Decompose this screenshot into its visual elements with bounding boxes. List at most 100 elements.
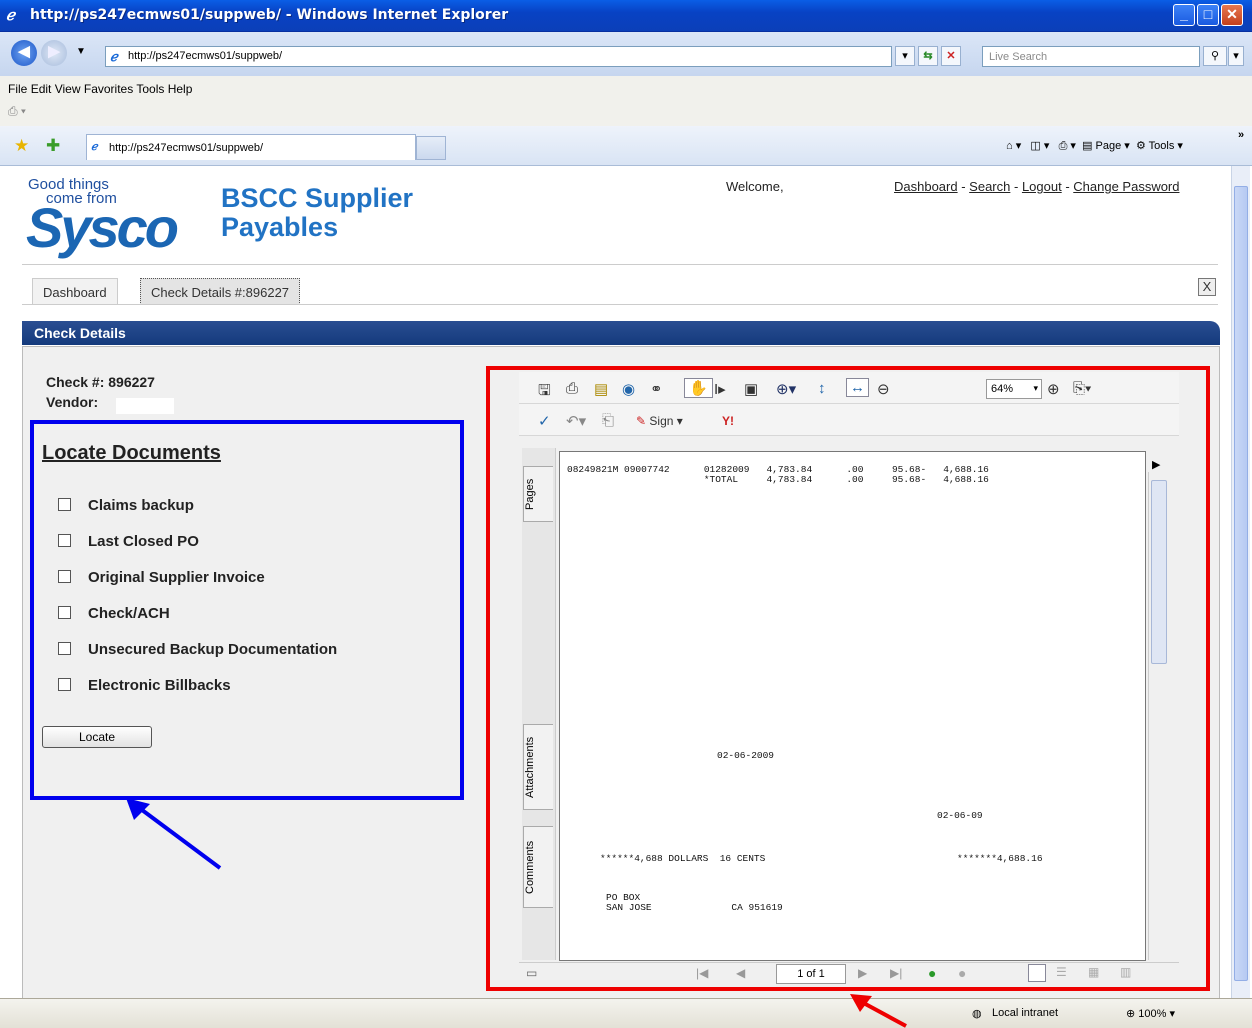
checkbox[interactable] xyxy=(58,642,71,655)
menu-edit[interactable]: Edit xyxy=(31,82,52,96)
favorites-star-icon[interactable]: ★ xyxy=(14,136,29,156)
page-scroll-thumb[interactable] xyxy=(1234,186,1248,981)
link-separator: - xyxy=(957,179,970,194)
menu-help[interactable]: Help xyxy=(168,82,193,96)
tab-divider xyxy=(22,304,1218,305)
back-button[interactable]: ◀ xyxy=(11,40,37,66)
tools-menu[interactable]: ⚙ Tools ▾ xyxy=(1136,140,1183,152)
forward-button[interactable]: ▶ xyxy=(41,40,67,66)
select-tool-icon[interactable]: I▸ xyxy=(714,380,726,398)
close-window-button[interactable]: ✕ xyxy=(1221,4,1243,26)
go-back-icon[interactable]: ● xyxy=(928,965,936,981)
page-options-icon[interactable]: ⎘▾ xyxy=(1073,380,1091,397)
browser-tab[interactable]: ℯ http://ps247ecmws01/suppweb/ xyxy=(86,134,416,160)
stop-icon[interactable]: ✕ xyxy=(941,46,961,66)
menu-favorites[interactable]: Favorites xyxy=(84,82,133,96)
zoom-out-icon[interactable]: ⊖ xyxy=(877,380,890,398)
option-check-ach[interactable]: Check/ACH xyxy=(58,605,170,622)
comments-tab[interactable]: Comments xyxy=(523,826,553,908)
previous-page-icon[interactable]: ◀ xyxy=(736,966,745,980)
page-icon: ℯ xyxy=(110,49,118,64)
chevron-more-icon[interactable]: » xyxy=(1238,129,1244,141)
locate-button[interactable]: Locate xyxy=(42,726,152,748)
undo-icon[interactable]: ↶▾ xyxy=(566,412,586,430)
zoom-in-icon[interactable]: ⊕ xyxy=(1047,380,1060,398)
search-icon[interactable]: ⚲ xyxy=(1203,46,1227,66)
pages-tab[interactable]: Pages xyxy=(523,466,553,522)
tab-check-details[interactable]: Check Details #:896227 xyxy=(140,278,301,305)
menu-view[interactable]: View xyxy=(55,82,81,96)
option-electronic-billbacks[interactable]: Electronic Billbacks xyxy=(58,677,231,694)
logout-link[interactable]: Logout xyxy=(1022,179,1062,194)
print-icon[interactable]: ⎙ xyxy=(566,380,578,397)
command-bar: ⌂ ▾ ◫ ▾ ⎙ ▾ ▤ Page ▾ ⚙ Tools ▾ xyxy=(1006,139,1183,153)
clipboard-icon[interactable]: ⎗ xyxy=(602,412,614,429)
close-tab-icon[interactable]: X xyxy=(1198,278,1216,296)
page-scrollbar[interactable] xyxy=(1231,166,1250,998)
actual-size-icon[interactable]: ↕ xyxy=(818,380,826,397)
new-tab-button[interactable] xyxy=(416,136,446,160)
pdf-toolbar-2 xyxy=(519,404,1179,436)
zoom-in-tool-icon[interactable]: ⊕▾ xyxy=(776,380,796,398)
tab-dashboard[interactable]: Dashboard xyxy=(32,278,118,305)
address-field[interactable]: ℯ http://ps247ecmws01/suppweb/ xyxy=(105,46,892,67)
sysco-logo: Sysco xyxy=(26,196,179,259)
single-page-icon[interactable] xyxy=(1028,964,1046,982)
add-favorite-icon[interactable]: ✚ xyxy=(46,136,60,156)
maximize-button[interactable]: □ xyxy=(1197,4,1219,26)
search-options-icon[interactable]: ▾ xyxy=(1228,46,1244,66)
page-menu[interactable]: ▤ Page ▾ xyxy=(1082,140,1130,152)
change-password-link[interactable]: Change Password xyxy=(1073,179,1179,194)
page-number-input[interactable]: 1 of 1 xyxy=(776,964,846,984)
doc-date-long: 02-06-2009 xyxy=(717,750,775,761)
menu-tools[interactable]: Tools xyxy=(136,82,164,96)
option-last-closed-po[interactable]: Last Closed PO xyxy=(58,533,199,550)
facing-icon[interactable]: ▦ xyxy=(1088,965,1099,979)
go-forward-icon[interactable]: ● xyxy=(958,965,966,981)
checkbox[interactable] xyxy=(58,534,71,547)
sign-button[interactable]: ✎ Sign ▾ xyxy=(636,414,683,428)
save-icon[interactable]: 🖫 xyxy=(538,380,551,405)
feeds-icon[interactable]: ◫ ▾ xyxy=(1030,140,1049,152)
refresh-icon[interactable]: ⇆ xyxy=(918,46,938,66)
option-claims-backup[interactable]: Claims backup xyxy=(58,497,194,514)
yahoo-icon[interactable]: Y! xyxy=(722,414,734,428)
history-dropdown-icon[interactable]: ▼ xyxy=(76,46,86,57)
checkbox[interactable] xyxy=(58,678,71,691)
print-icon[interactable]: ⎙ ▾ xyxy=(1059,140,1076,152)
next-page-icon[interactable]: ▶ xyxy=(858,966,867,980)
address-dropdown-button[interactable]: ▾ xyxy=(895,46,915,66)
check-number: Check #: 896227 xyxy=(46,374,155,390)
pdf-scroll-thumb[interactable] xyxy=(1151,480,1167,664)
find-icon[interactable]: ⚭ xyxy=(650,380,663,398)
option-original-supplier-invoice[interactable]: Original Supplier Invoice xyxy=(58,569,265,586)
collapse-icon[interactable]: ▭ xyxy=(526,966,537,980)
continuous-icon[interactable]: ☰ xyxy=(1056,965,1067,979)
checkbox[interactable] xyxy=(58,606,71,619)
attachments-tab[interactable]: Attachments xyxy=(523,724,553,810)
option-unsecured-backup[interactable]: Unsecured Backup Documentation xyxy=(58,641,337,658)
panel-expand-icon[interactable]: ▶ xyxy=(1152,458,1160,471)
zoom-level[interactable]: ⊕ 100% ▾ xyxy=(1126,1007,1175,1020)
spellcheck-icon[interactable]: ✓ xyxy=(538,412,551,430)
first-page-icon[interactable]: |◀ xyxy=(696,966,708,980)
dashboard-link[interactable]: Dashboard xyxy=(894,179,958,194)
checkbox[interactable] xyxy=(58,498,71,511)
continuous-facing-icon[interactable]: ▥ xyxy=(1120,965,1131,979)
menu-file[interactable]: File xyxy=(8,82,27,96)
fit-width-icon[interactable]: ↔ xyxy=(846,378,869,397)
status-bar: ◍ Local intranet ⊕ 100% ▾ xyxy=(0,998,1252,1028)
tab-page-icon: ℯ xyxy=(91,141,98,153)
search-input[interactable]: Live Search xyxy=(982,46,1200,67)
minimize-button[interactable]: _ xyxy=(1173,4,1195,26)
snapshot-icon[interactable]: ▣ xyxy=(744,380,758,398)
last-page-icon[interactable]: ▶| xyxy=(890,966,902,980)
organizer-icon[interactable]: ▤ xyxy=(594,380,608,398)
app-title-line1: BSCC Supplier xyxy=(221,183,414,213)
zoom-select[interactable]: 64% ▾ xyxy=(986,379,1042,399)
search-link[interactable]: Search xyxy=(969,179,1010,194)
hand-tool-icon[interactable]: ✋ xyxy=(684,378,713,398)
checkbox[interactable] xyxy=(58,570,71,583)
home-icon[interactable]: ⌂ ▾ xyxy=(1006,140,1021,152)
email-icon[interactable]: ◉ xyxy=(622,380,635,398)
